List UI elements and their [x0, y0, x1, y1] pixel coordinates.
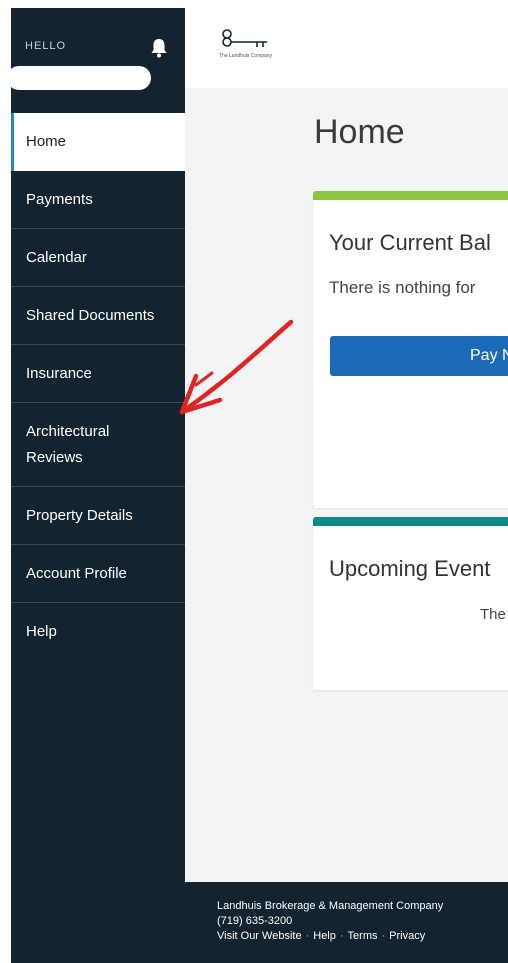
footer-company: Landhuis Brokerage & Management Company [217, 900, 444, 912]
main-content: Home Your Current Bal There is nothing f… [185, 88, 508, 882]
sidebar-item-calendar[interactable]: Calendar [11, 229, 185, 287]
sidebar-item-home[interactable]: Home [11, 113, 185, 171]
sidebar-item-architectural-reviews[interactable]: Architectural Reviews [11, 403, 185, 487]
sidebar-item-payments[interactable]: Payments [11, 171, 185, 229]
page-title: Home [314, 113, 405, 151]
footer-info: Landhuis Brokerage & Management Company … [217, 899, 443, 944]
footer-link-website[interactable]: Visit Our Website [217, 930, 302, 942]
sidebar-item-shared-documents[interactable]: Shared Documents [11, 287, 185, 345]
balance-card-title: Your Current Bal [329, 230, 491, 255]
sidebar-item-label: Help [26, 623, 57, 640]
footer: Landhuis Brokerage & Management Company … [11, 882, 508, 963]
sidebar-item-label: Insurance [26, 364, 92, 382]
logo-text: The Landhuis Company [219, 53, 273, 59]
events-card-title: Upcoming Event [329, 556, 491, 581]
sidebar-item-label-line2: Reviews [26, 448, 83, 466]
sidebar-item-label: Shared Documents [26, 306, 155, 324]
pay-now-label: Pay N [470, 347, 508, 364]
footer-link-privacy[interactable]: Privacy [389, 930, 425, 942]
footer-links: Visit Our Website · Help · Terms · Privacy [217, 930, 426, 942]
footer-link-help[interactable]: Help [313, 930, 336, 942]
bell-icon[interactable] [149, 37, 169, 59]
balance-card-text: There is nothing for [329, 278, 476, 297]
sidebar-item-label: Account Profile [26, 564, 127, 582]
hello-label: HELLO [25, 40, 67, 52]
sidebar-item-label: Calendar [26, 248, 87, 266]
events-card: Upcoming Event The [313, 517, 508, 690]
user-name-field [7, 66, 151, 90]
pay-now-button[interactable]: Pay N [330, 336, 508, 376]
sidebar-item-label: Property Details [26, 506, 133, 524]
sidebar-item-help[interactable]: Help [11, 603, 185, 661]
sidebar-item-insurance[interactable]: Insurance [11, 345, 185, 403]
footer-phone: (719) 635-3200 [217, 915, 293, 927]
sidebar: HELLO Home Payments Calendar Shared Docu… [7, 8, 185, 882]
sidebar-item-label: Payments [26, 190, 93, 208]
events-card-text: The [480, 606, 506, 623]
sidebar-item-label: Home [26, 133, 67, 150]
footer-link-terms[interactable]: Terms [348, 930, 378, 942]
key-logo[interactable] [219, 28, 271, 50]
sidebar-item-label: Architectural [26, 422, 110, 440]
sidebar-nav: Home Payments Calendar Shared Documents … [11, 113, 185, 661]
sidebar-item-property-details[interactable]: Property Details [11, 487, 185, 545]
sidebar-item-account-profile[interactable]: Account Profile [11, 545, 185, 603]
balance-card: Your Current Bal There is nothing for Pa… [313, 191, 508, 508]
top-header: The Landhuis Company [185, 8, 508, 88]
